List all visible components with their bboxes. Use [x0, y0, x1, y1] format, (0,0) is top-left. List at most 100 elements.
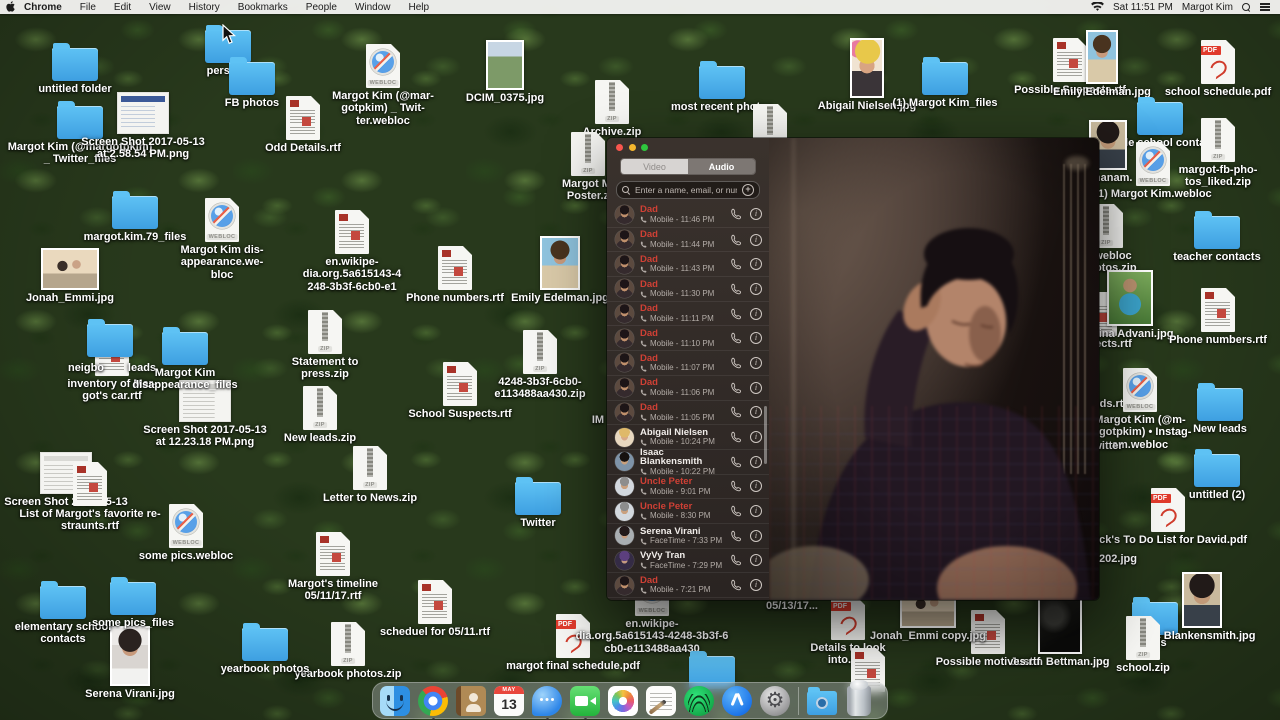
- info-icon[interactable]: [750, 456, 762, 468]
- zoom-button[interactable]: [641, 144, 648, 151]
- dock-item-finder[interactable]: [380, 686, 410, 716]
- desktop-icon-jonah-emmi-jpg[interactable]: Jonah_Emmi.jpg: [15, 248, 125, 304]
- call-row[interactable]: Dad Mobile - 11:46 PM: [607, 202, 769, 227]
- close-button[interactable]: [616, 144, 623, 151]
- call-row[interactable]: Dad Mobile - 11:30 PM: [607, 276, 769, 301]
- info-icon[interactable]: [750, 480, 762, 492]
- call-phone-icon[interactable]: [730, 357, 742, 369]
- notification-center-icon[interactable]: [1260, 3, 1270, 10]
- call-row[interactable]: Dad Mobile - 11:44 PM: [607, 227, 769, 252]
- menu-item-file[interactable]: File: [71, 2, 105, 13]
- info-icon[interactable]: [750, 382, 762, 394]
- dock-item-textedit[interactable]: [646, 686, 676, 716]
- desktop-icon-margot-twitter-webloc[interactable]: Margot Kim (@mar- gotpkim) _ Twit- ter.w…: [328, 44, 438, 127]
- desktop-icon-edelman-top-jpg[interactable]: Emily Edelman.jpg: [1042, 30, 1162, 98]
- info-icon[interactable]: [750, 431, 762, 443]
- desktop-icon-vicks-todo-pdf[interactable]: Vick's To Do List for David.pdf: [1079, 488, 1257, 546]
- info-icon[interactable]: [750, 406, 762, 418]
- call-phone-icon[interactable]: [730, 308, 742, 320]
- call-row[interactable]: Dad Mobile - 11:43 PM: [607, 251, 769, 276]
- dock-item-downloads[interactable]: [807, 691, 837, 715]
- dock-item-contacts[interactable]: [456, 686, 486, 716]
- call-phone-icon[interactable]: [730, 208, 742, 220]
- menu-item-help[interactable]: Help: [400, 2, 439, 13]
- desktop-icon-restraunts-rtf[interactable]: List of Margot's favorite re- straunts.r…: [9, 462, 171, 533]
- dock-item-calendar[interactable]: MAY13: [494, 686, 524, 716]
- dock-item-facetime[interactable]: [570, 686, 600, 716]
- dock-item-spotify[interactable]: [684, 686, 714, 716]
- desktop-icon-new-leads-zip[interactable]: New leads.zip: [275, 386, 365, 444]
- call-row[interactable]: Isaac Blankensmith Mobile - 10:22 PM: [607, 449, 769, 474]
- call-phone-icon[interactable]: [730, 406, 742, 418]
- info-icon[interactable]: [750, 208, 762, 220]
- desktop-icon-margot-disappearance-files-folder[interactable]: Margot Kim disappearance_files: [119, 326, 251, 392]
- call-phone-icon[interactable]: [730, 456, 742, 468]
- menu-item-people[interactable]: People: [297, 2, 346, 13]
- desktop-icon-margots-timeline-rtf[interactable]: Margot's timeline 05/11/17.rtf: [277, 532, 389, 603]
- desktop-icon-dcim-0375-jpg[interactable]: DCIM_0375.jpg: [450, 40, 560, 104]
- desktop-icon-margot-fb-photos-liked-zip[interactable]: margot-fb-pho- tos_liked.zip: [1173, 118, 1263, 189]
- dock-item-photos[interactable]: [608, 686, 638, 716]
- desktop-icon-untitled-folder[interactable]: untitled folder: [30, 42, 120, 95]
- call-phone-icon[interactable]: [730, 332, 742, 344]
- desktop-icon-school-schedule-pdf[interactable]: school schedule.pdf: [1158, 40, 1278, 98]
- info-icon[interactable]: [750, 258, 762, 270]
- desktop-icon-statement-press-zip[interactable]: Statement to press.zip: [280, 310, 370, 381]
- info-icon[interactable]: [750, 308, 762, 320]
- desktop-icon-phone-numbers-rtf-right[interactable]: Phone numbers.rtf: [1159, 288, 1277, 346]
- info-icon[interactable]: [750, 505, 762, 517]
- info-icon[interactable]: [750, 283, 762, 295]
- search-input[interactable]: [633, 184, 739, 196]
- call-phone-icon[interactable]: [730, 554, 742, 566]
- dock-item-appstore[interactable]: [722, 686, 752, 716]
- desktop-icon-screenshot-2-58-54[interactable]: Screen Shot 2017-05-13 at 2.58.54 PM.png: [73, 92, 213, 161]
- desktop-icon-emily-edelman-jpg[interactable]: Emily Edelman.jpg: [500, 236, 620, 304]
- call-row[interactable]: VyVy Tran FaceTime - 7:29 PM: [607, 548, 769, 573]
- dock-item-chrome[interactable]: [418, 686, 448, 716]
- desktop-icon-some-pics-files-folder[interactable]: some pics_files: [83, 576, 183, 629]
- call-phone-icon[interactable]: [730, 234, 742, 246]
- desktop-icon-neigbo-label[interactable]: neigbo: [59, 360, 114, 374]
- call-row[interactable]: Dad Mobile - 7:21 PM: [607, 572, 769, 597]
- call-row[interactable]: Serena Virani FaceTime - 7:33 PM: [607, 523, 769, 548]
- info-icon[interactable]: [750, 234, 762, 246]
- call-row[interactable]: Abigail Nielsen Mobile - 10:24 PM: [607, 424, 769, 449]
- info-icon[interactable]: [750, 357, 762, 369]
- call-phone-icon[interactable]: [730, 431, 742, 443]
- minimize-button[interactable]: [629, 144, 636, 151]
- info-icon[interactable]: [750, 579, 762, 591]
- call-row[interactable]: Dad Mobile - 11:05 PM: [607, 400, 769, 425]
- call-phone-icon[interactable]: [730, 505, 742, 517]
- menu-item-history[interactable]: History: [180, 2, 229, 13]
- call-phone-icon[interactable]: [730, 530, 742, 542]
- menu-item-edit[interactable]: Edit: [105, 2, 140, 13]
- dock-item-messages[interactable]: [532, 686, 562, 716]
- call-row[interactable]: Dad Mobile - 11:10 PM: [607, 325, 769, 350]
- call-row[interactable]: Dad Mobile - 11:06 PM: [607, 375, 769, 400]
- call-phone-icon[interactable]: [730, 480, 742, 492]
- call-phone-icon[interactable]: [730, 579, 742, 591]
- menu-item-bookmarks[interactable]: Bookmarks: [229, 2, 297, 13]
- wifi-icon[interactable]: [1091, 2, 1104, 13]
- scrollbar[interactable]: [764, 406, 767, 464]
- spotlight-icon[interactable]: [1242, 3, 1251, 12]
- desktop-icon-school-zip[interactable]: school.zip: [1098, 616, 1188, 674]
- add-contact-icon[interactable]: +: [742, 184, 754, 196]
- desktop-icon-archive-zip[interactable]: Archive.zip: [567, 80, 657, 138]
- call-phone-icon[interactable]: [730, 283, 742, 295]
- info-icon[interactable]: [750, 554, 762, 566]
- tab-audio[interactable]: Audio: [688, 159, 755, 174]
- menu-item-view[interactable]: View: [140, 2, 180, 13]
- call-row[interactable]: Uncle Peter Mobile - 9:01 PM: [607, 474, 769, 499]
- desktop-icon-disappearance-webloc[interactable]: Margot Kim dis- appearance.we- bloc: [166, 198, 278, 281]
- call-row[interactable]: Uncle Peter Mobile - 8:30 PM: [607, 498, 769, 523]
- apple-menu-icon[interactable]: [0, 1, 20, 12]
- menu-clock[interactable]: Sat 11:51 PM: [1113, 2, 1173, 13]
- call-row[interactable]: Dad: [607, 597, 769, 600]
- desktop-icon-teacher-contacts-folder-right[interactable]: teacher contacts: [1162, 210, 1272, 263]
- desktop-icon-date-label[interactable]: 05/13/17...: [757, 598, 827, 612]
- desktop-icon-margot-kim-files-folder[interactable]: (1) Margot Kim_files: [885, 56, 1005, 109]
- desktop-icon-yearbook-photos-folder[interactable]: yearbook photos: [213, 622, 318, 675]
- desktop-icon-phone-numbers-rtf[interactable]: Phone numbers.rtf: [395, 246, 515, 304]
- dock-item-sysprefs[interactable]: [760, 686, 790, 716]
